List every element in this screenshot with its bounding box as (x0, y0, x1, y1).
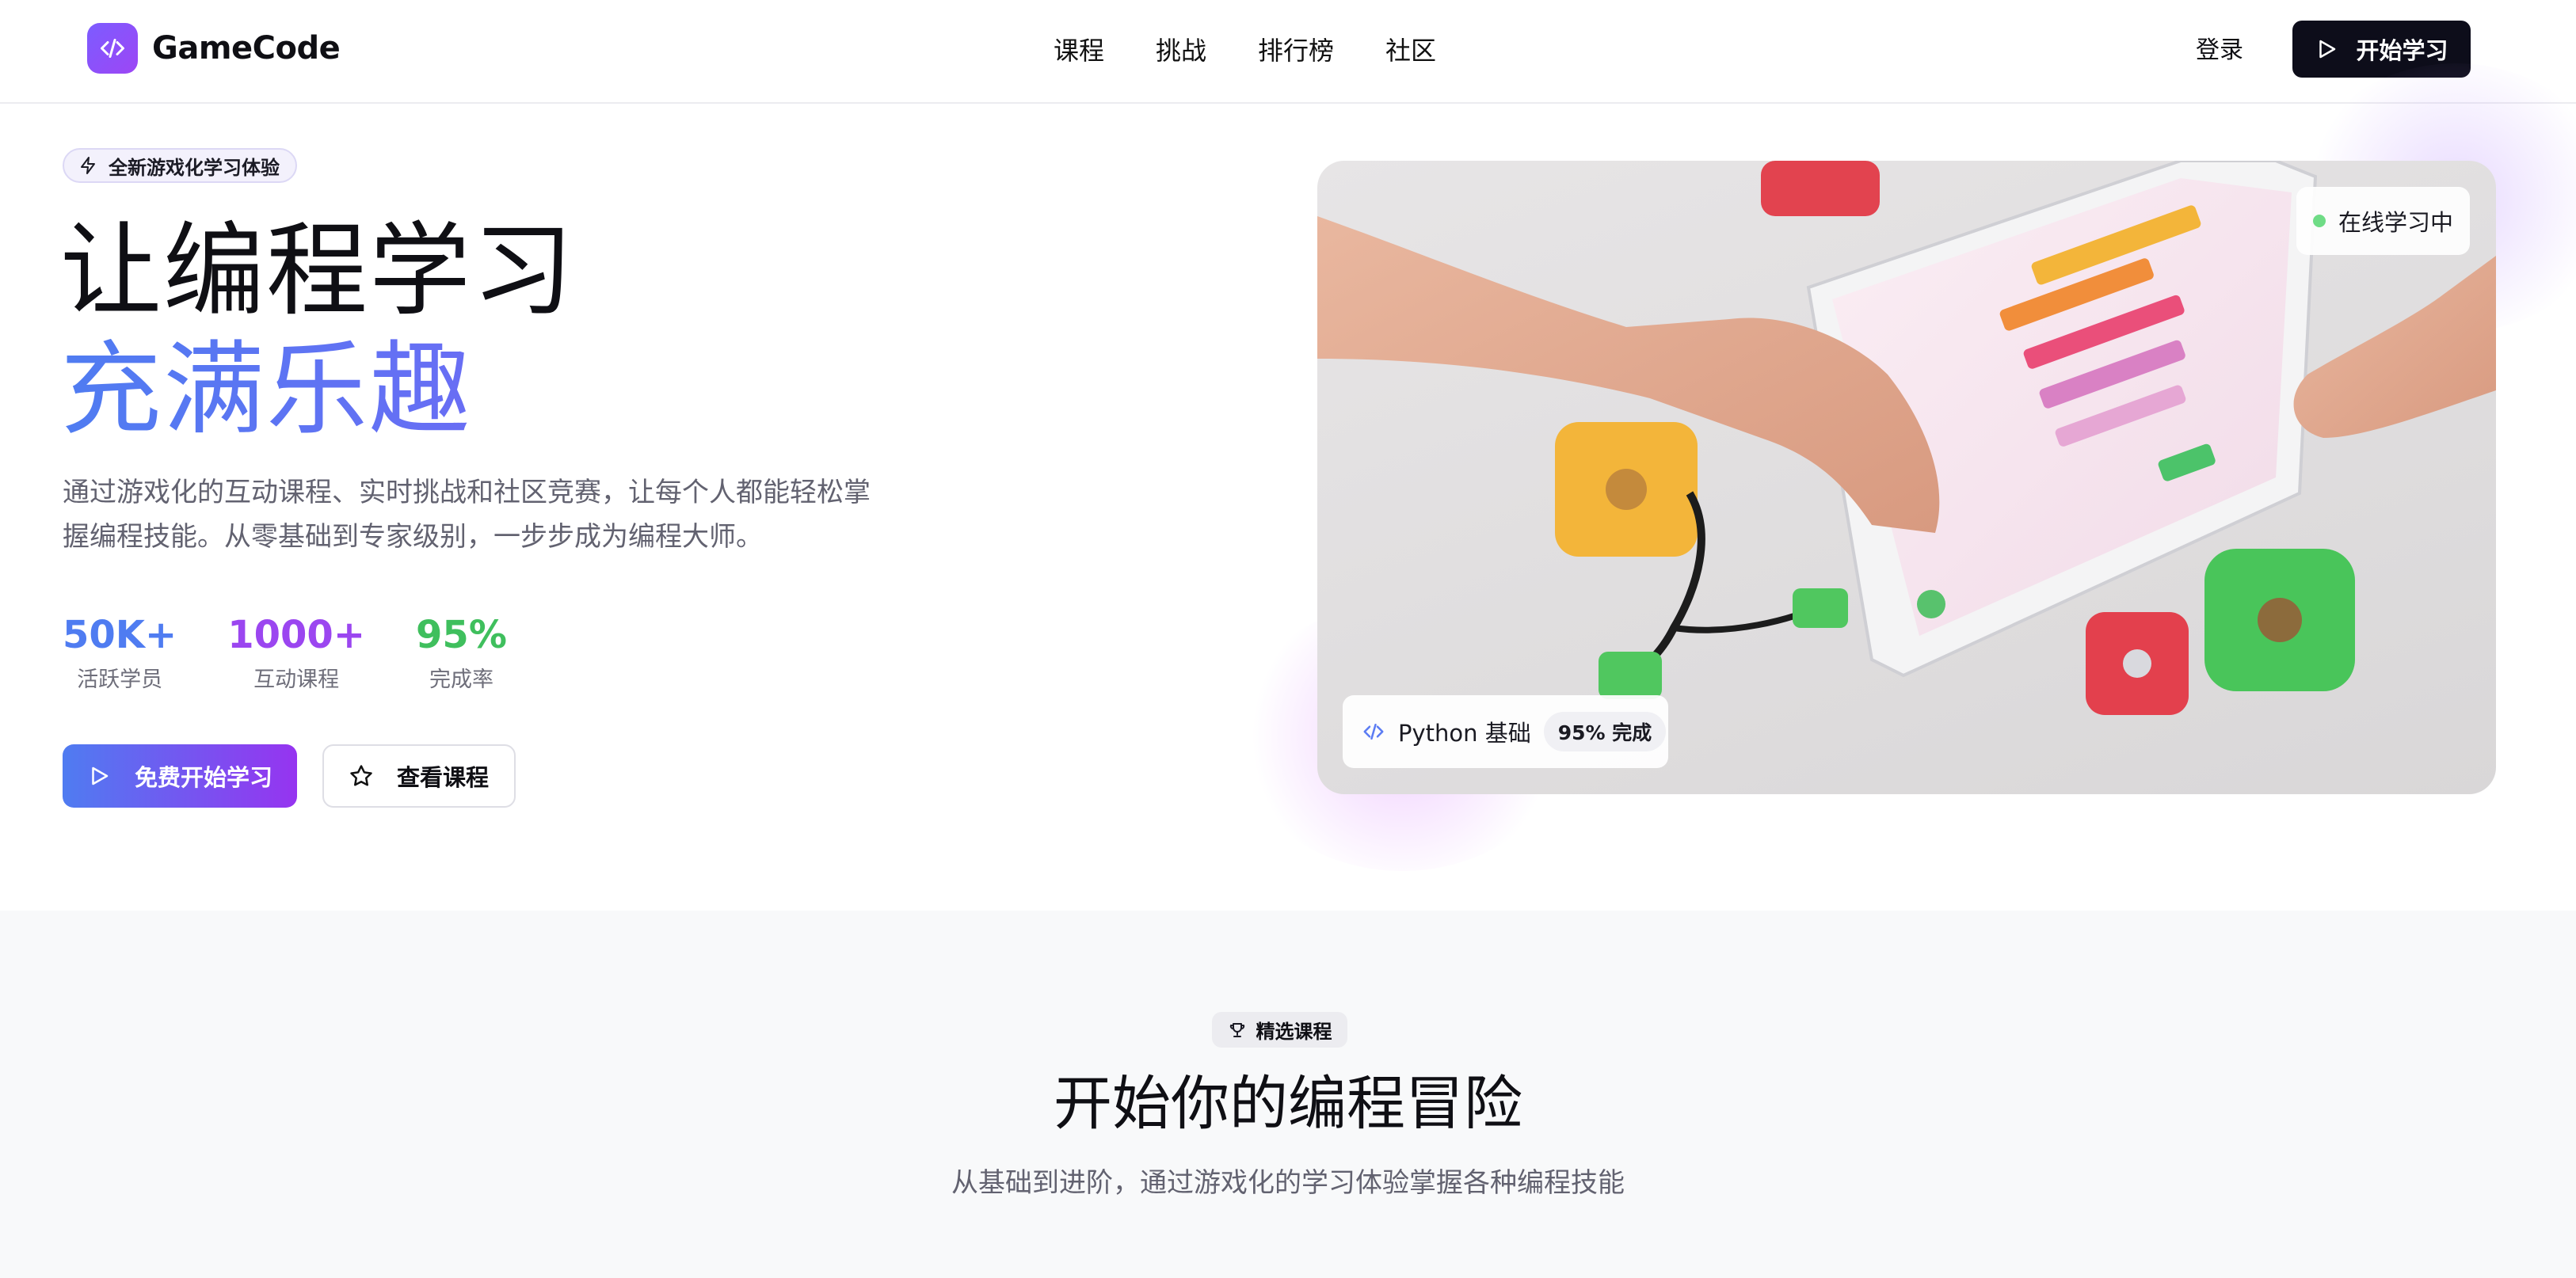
start-learning-label: 开始学习 (2356, 37, 2448, 64)
nav-challenges[interactable]: 挑战 (1156, 30, 1206, 71)
free-start-label: 免费开始学习 (134, 764, 272, 791)
code-icon (1363, 724, 1384, 740)
stat-students: 50K+ 活跃学员 (63, 611, 177, 693)
main-nav: 课程 挑战 排行榜 社区 (1054, 30, 1436, 71)
new-feature-badge: 全新游戏化学习体验 (63, 148, 297, 183)
course-progress-card: Python 基础 95% 完成 (1343, 695, 1668, 768)
course-progress-pill: 95% 完成 (1543, 712, 1667, 751)
hero-title-line2: 充满乐趣 (60, 331, 575, 450)
featured-title: 开始你的编程冒险 (1054, 1070, 1522, 1138)
online-dot-icon (2312, 215, 2326, 227)
free-start-button[interactable]: 免费开始学习 (63, 744, 297, 808)
nav-community[interactable]: 社区 (1385, 30, 1436, 71)
hero-title-line1: 让编程学习 (60, 212, 576, 330)
stat-label: 活跃学员 (77, 668, 163, 692)
new-feature-badge-label: 全新游戏化学习体验 (109, 156, 280, 179)
brand-logo[interactable]: GameCode (87, 23, 341, 74)
course-name: Python 基础 (1398, 720, 1531, 747)
stat-value: 1000+ (227, 613, 366, 657)
play-icon (92, 766, 109, 785)
stat-courses: 1000+ 互动课程 (227, 611, 365, 693)
nav-leaderboard[interactable]: 排行榜 (1258, 30, 1334, 71)
stat-label: 互动课程 (253, 668, 340, 692)
online-status-badge: 在线学习中 (2296, 187, 2470, 255)
site-header: GameCode 课程 挑战 排行榜 社区 登录 开始学习 (0, 0, 2576, 104)
view-courses-label: 查看课程 (396, 764, 489, 791)
view-courses-button[interactable]: 查看课程 (322, 744, 516, 808)
hero-description: 通过游戏化的互动课程、实时挑战和社区竞赛，让每个人都能轻松掌握编程技能。从零基础… (63, 477, 871, 553)
stat-completion: 95% 完成率 (416, 611, 507, 693)
stat-value: 50K+ (63, 613, 177, 657)
star-icon (350, 765, 372, 786)
play-icon (2319, 40, 2336, 59)
login-link[interactable]: 登录 (2196, 30, 2243, 71)
featured-badge-label: 精选课程 (1256, 1021, 1332, 1043)
stat-value: 95% (416, 613, 507, 657)
featured-subtitle: 从基础到进阶，通过游戏化的学习体验掌握各种编程技能 (951, 1167, 1625, 1199)
code-icon (87, 23, 138, 74)
lightning-icon (81, 157, 95, 174)
online-status-label: 在线学习中 (2338, 209, 2453, 236)
trophy-icon (1229, 1022, 1244, 1037)
stat-label: 完成率 (429, 668, 493, 692)
hero-stats: 50K+ 活跃学员 1000+ 互动课程 95% 完成率 (63, 611, 558, 693)
nav-courses[interactable]: 课程 (1054, 30, 1104, 71)
featured-badge: 精选课程 (1212, 1012, 1347, 1048)
brand-name: GameCode (152, 30, 341, 67)
hero-title: 让编程学习 充满乐趣 (60, 212, 575, 450)
